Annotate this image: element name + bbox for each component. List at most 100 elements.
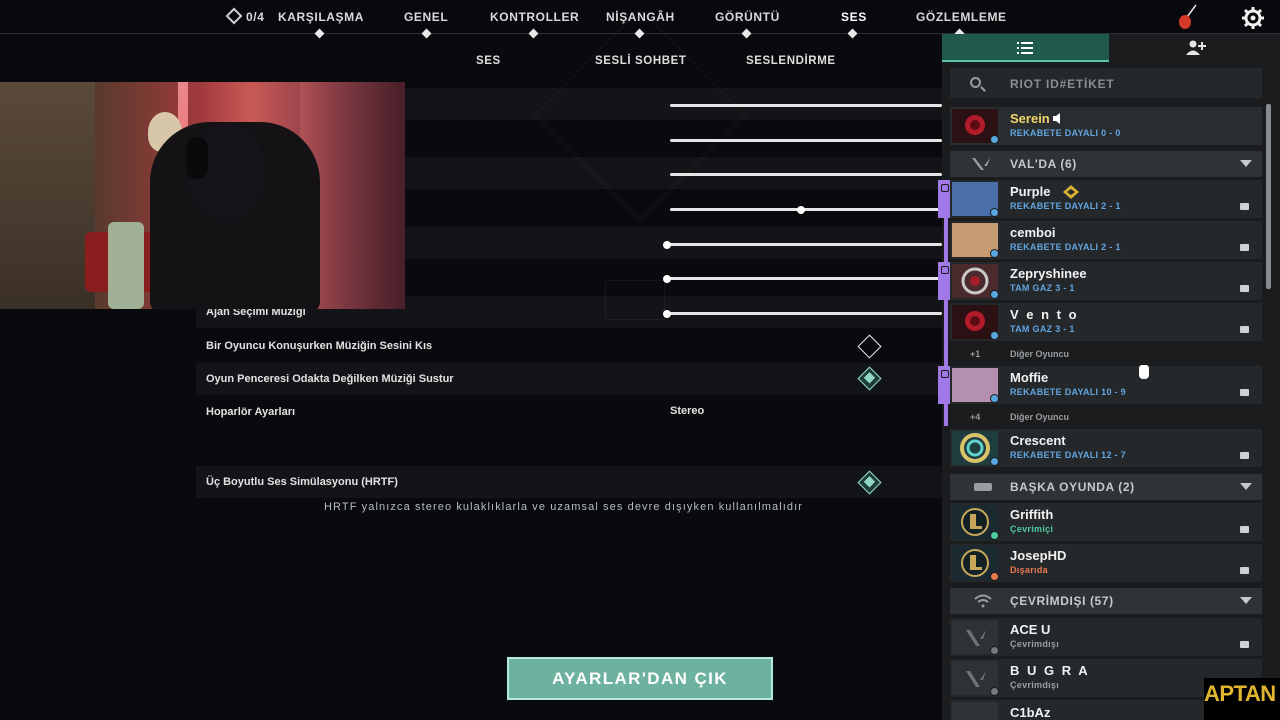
friend-row[interactable]: Crescent REKABETE DAYALI 12 - 7 <box>950 429 1262 467</box>
friend-row[interactable]: Griffith Çevrimiçi <box>950 503 1262 541</box>
add-friend-tab[interactable] <box>1110 34 1277 62</box>
status-dot <box>990 394 999 403</box>
party-lock-icon <box>938 262 950 300</box>
chat-icon[interactable] <box>1240 244 1249 251</box>
chat-icon[interactable] <box>1240 389 1249 396</box>
tab-spectate[interactable]: GÖZLEMLEME <box>916 10 1007 24</box>
friend-name: ACE U <box>1010 622 1051 637</box>
tab-controls[interactable]: KONTROLLER <box>490 10 579 24</box>
friend-status: REKABETE DAYALI 10 - 9 <box>1010 387 1126 397</box>
friend-name: cemboi <box>1010 225 1056 240</box>
chat-icon[interactable] <box>1240 526 1249 533</box>
riot-id-search[interactable]: RIOT ID#ETİKET <box>950 68 1262 98</box>
agent-select-music-slider[interactable] <box>664 312 942 315</box>
friend-row[interactable]: ACE U Çevrimdışı <box>950 618 1262 656</box>
self-profile[interactable]: Serein REKABETE DAYALI 0 - 0 <box>950 107 1262 145</box>
friend-row[interactable]: Zepryshinee TAM GAZ 3 - 1 <box>938 262 1262 300</box>
exit-settings-button[interactable]: AYARLAR'DAN ÇIK <box>507 657 773 700</box>
slider-knob[interactable] <box>663 241 671 249</box>
list-icon <box>1017 42 1033 54</box>
friend-name: Moffie <box>1010 370 1049 385</box>
friend-status: Çevrimiçi <box>1010 524 1054 534</box>
status-dot <box>990 249 999 258</box>
nav-dot <box>847 28 858 39</box>
watermark-text: APTAN <box>1204 681 1276 706</box>
status-dot <box>990 331 999 340</box>
more-players: +1 Diğer Oyuncu <box>950 344 1262 364</box>
friend-name: C1bAz <box>1010 705 1051 720</box>
group-offline-label: ÇEVRİMDIŞI (57) <box>1010 594 1114 608</box>
party-lock-icon <box>938 366 950 404</box>
friend-status: TAM GAZ 3 - 1 <box>1010 283 1075 293</box>
chevron-down-icon[interactable] <box>1240 483 1252 490</box>
scrollbar[interactable] <box>1266 104 1271 289</box>
more-players-label: Diğer Oyuncu <box>1010 412 1070 422</box>
mute-music-talking-label: Bir Oyuncu Konuşurken Müziğin Sesini Kıs <box>206 340 433 352</box>
volume-slider[interactable] <box>664 243 942 246</box>
game-icon <box>974 483 992 491</box>
chevron-down-icon[interactable] <box>1240 160 1252 167</box>
settings-row: Oyun Penceresi Odakta Değilken Müziği Su… <box>196 363 942 395</box>
friend-row[interactable]: cemboi REKABETE DAYALI 2 - 1 <box>950 221 1262 259</box>
tab-general[interactable]: GENEL <box>404 10 448 24</box>
group-other-game[interactable]: BAŞKA OYUNDA (2) <box>950 474 1262 500</box>
more-players-label: Diğer Oyuncu <box>1010 349 1070 359</box>
friend-status: REKABETE DAYALI 12 - 7 <box>1010 450 1126 460</box>
status-dot <box>990 646 999 655</box>
chevron-down-icon[interactable] <box>1240 597 1252 604</box>
volume-slider[interactable] <box>664 277 942 280</box>
gear-icon[interactable] <box>1241 6 1265 30</box>
status-dot <box>990 531 999 540</box>
friend-row[interactable]: JosepHD Dışarıda <box>950 544 1262 582</box>
friend-status: Çevrimdışı <box>1010 639 1060 649</box>
group-offline[interactable]: ÇEVRİMDIŞI (57) <box>950 588 1262 614</box>
volume-slider[interactable] <box>670 104 942 107</box>
subtab-voice-chat[interactable]: SESLİ SOHBET <box>595 55 687 67</box>
social-tabs <box>942 34 1280 62</box>
friend-status: Çevrimdışı <box>1010 680 1060 690</box>
wifi-off-icon <box>974 594 992 608</box>
party-lock-icon <box>938 180 950 218</box>
chat-icon[interactable] <box>1240 452 1249 459</box>
watermark-logo: APTAN <box>1204 678 1280 720</box>
friend-status: Dışarıda <box>1010 565 1048 575</box>
volume-slider[interactable] <box>670 139 942 142</box>
subtab-audio[interactable]: SES <box>476 55 501 67</box>
friends-list-tab[interactable] <box>942 34 1109 62</box>
group-valorant[interactable]: VAL'DA (6) <box>950 151 1262 177</box>
friend-row[interactable]: Purple REKABETE DAYALI 2 - 1 <box>938 180 1262 218</box>
friend-row[interactable]: Moffie REKABETE DAYALI 10 - 9 <box>938 366 1262 404</box>
friend-name: Zepryshinee <box>1010 266 1087 281</box>
friend-name: Crescent <box>1010 433 1066 448</box>
hrtf-label: Üç Boyutlu Ses Simülasyonu (HRTF) <box>206 476 398 488</box>
chat-icon[interactable] <box>1240 641 1249 648</box>
group-valorant-label: VAL'DA (6) <box>1010 157 1077 171</box>
volume-slider[interactable] <box>670 208 942 211</box>
tab-audio[interactable]: SES <box>841 10 867 24</box>
friend-status: REKABETE DAYALI 2 - 1 <box>1010 201 1121 211</box>
friend-name: V e n t o <box>1010 307 1079 322</box>
friend-name: Purple <box>1010 184 1051 199</box>
self-name: Serein <box>1010 111 1050 126</box>
slider-knob[interactable] <box>663 310 671 318</box>
chat-icon[interactable] <box>1240 567 1249 574</box>
speaker-settings-label: Hoparlör Ayarları <box>206 406 296 418</box>
group-other-game-label: BAŞKA OYUNDA (2) <box>1010 480 1135 494</box>
tab-video[interactable]: GÖRÜNTÜ <box>715 10 780 24</box>
volume-slider[interactable] <box>670 173 942 176</box>
subtab-voiceover[interactable]: SESLENDİRME <box>746 55 836 67</box>
slider-knob[interactable] <box>797 206 805 214</box>
speaker-settings-dropdown[interactable]: Stereo <box>670 405 704 417</box>
slider-knob[interactable] <box>663 275 671 283</box>
chat-icon[interactable] <box>1240 285 1249 292</box>
status-dot <box>990 572 999 581</box>
more-players-count: +1 <box>970 349 981 359</box>
guitar-icon[interactable] <box>1176 4 1198 30</box>
nav-dot <box>741 28 752 39</box>
friend-row[interactable]: V e n t o TAM GAZ 3 - 1 <box>950 303 1262 341</box>
status-dot <box>990 457 999 466</box>
chat-icon[interactable] <box>1240 203 1249 210</box>
tab-match[interactable]: KARŞILAŞMA <box>278 10 364 24</box>
chat-icon[interactable] <box>1240 326 1249 333</box>
add-user-icon <box>1186 40 1206 55</box>
